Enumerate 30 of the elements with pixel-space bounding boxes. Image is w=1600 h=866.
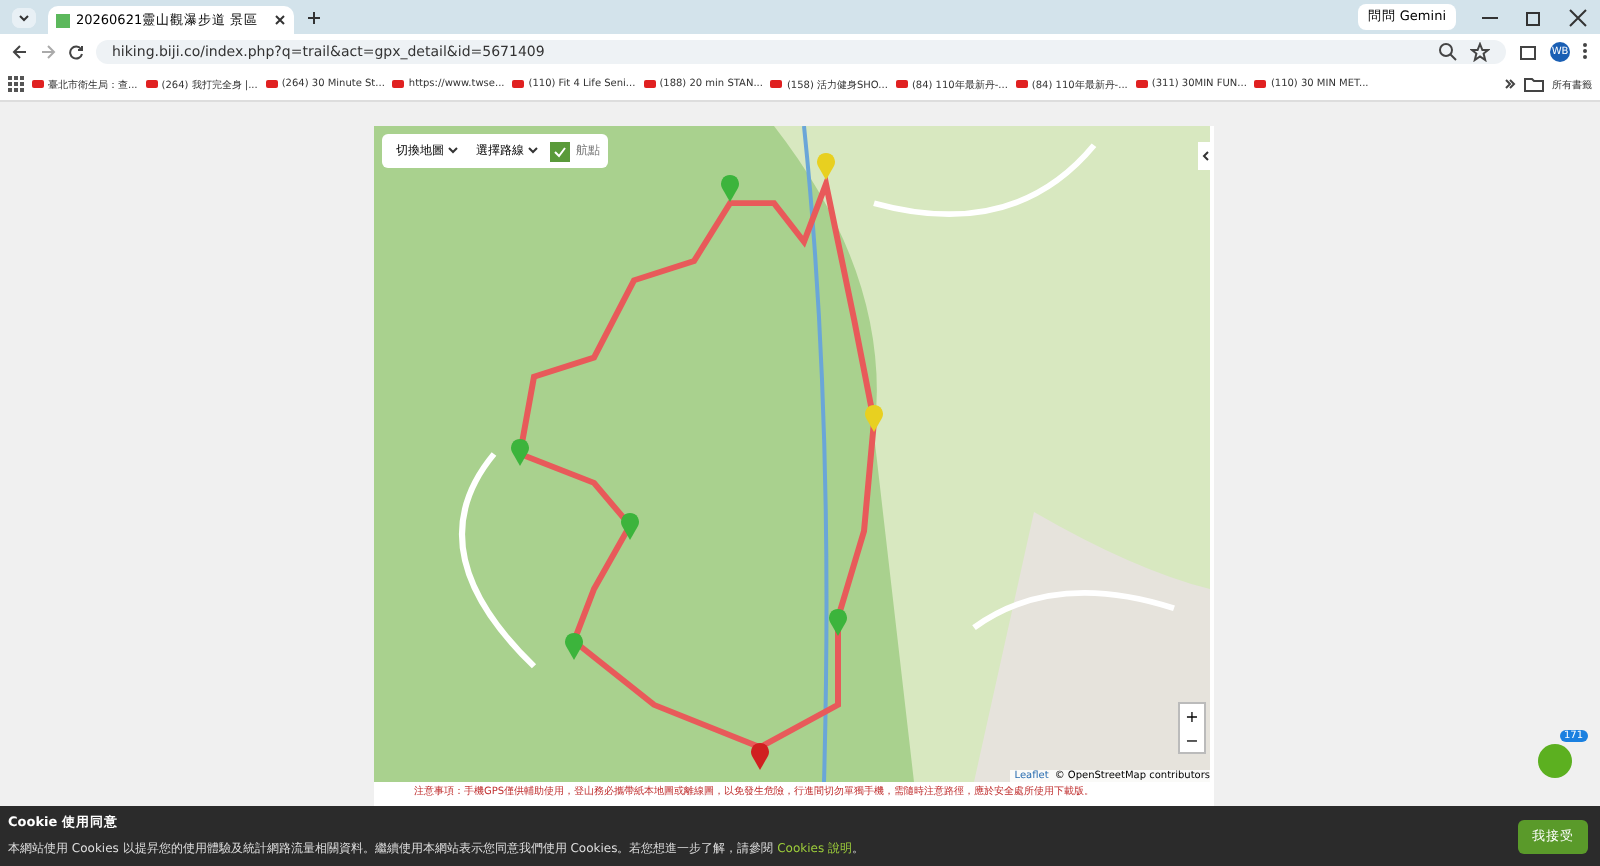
video-icon xyxy=(32,80,44,88)
caret-icon xyxy=(527,146,538,154)
waypoints-checkbox[interactable] xyxy=(549,141,570,161)
apps-icon[interactable] xyxy=(8,76,24,92)
video-icon xyxy=(392,80,405,88)
close-icon[interactable] xyxy=(1568,7,1588,27)
back-icon[interactable] xyxy=(12,43,28,59)
menu-icon[interactable] xyxy=(1582,42,1588,60)
video-icon xyxy=(1254,80,1267,88)
video-icon xyxy=(1135,80,1148,88)
zoom-icon[interactable] xyxy=(1438,41,1458,61)
new-tab-icon[interactable] xyxy=(306,9,322,25)
folder-icon xyxy=(1524,76,1544,92)
video-icon xyxy=(643,80,656,88)
caret-icon xyxy=(447,146,458,154)
collapse-panel-icon[interactable] xyxy=(1198,142,1214,170)
video-icon xyxy=(770,80,783,88)
star-icon[interactable] xyxy=(1470,41,1490,61)
video-icon xyxy=(512,80,525,88)
video-icon xyxy=(1015,80,1028,88)
restore-icon[interactable] xyxy=(1524,7,1544,27)
reload-icon[interactable] xyxy=(68,43,84,59)
close-tab-icon[interactable] xyxy=(274,14,286,26)
map-pin-icon[interactable] xyxy=(750,742,770,770)
site-favicon-icon xyxy=(56,13,70,27)
more-bookmarks-icon[interactable] xyxy=(1504,78,1516,90)
video-icon xyxy=(145,80,158,88)
map-pin-icon[interactable] xyxy=(864,404,884,432)
video-icon xyxy=(895,80,908,88)
video-icon xyxy=(265,80,278,88)
